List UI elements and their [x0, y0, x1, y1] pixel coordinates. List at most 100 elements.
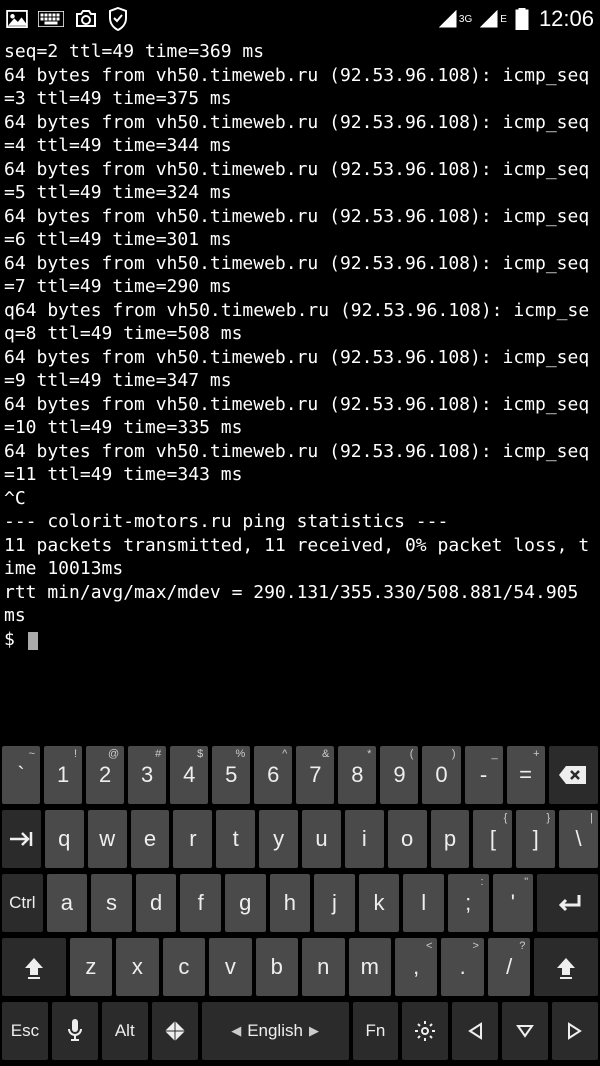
key-label: 1: [57, 762, 69, 788]
key-label: =: [519, 762, 532, 788]
settings-key[interactable]: [402, 1002, 448, 1060]
key-alt-label: ": [524, 876, 528, 888]
symbols-key[interactable]: [152, 1002, 198, 1060]
key-2[interactable]: 2@: [86, 746, 124, 804]
key-label: b: [271, 954, 283, 980]
key-][interactable]: ]}: [516, 810, 555, 868]
tab-key[interactable]: [2, 810, 41, 868]
terminal-line: 64 bytes from vh50.timeweb.ru (92.53.96.…: [4, 111, 596, 158]
key-\[interactable]: \|: [559, 810, 598, 868]
mic-key[interactable]: [52, 1002, 98, 1060]
key-label: l: [421, 890, 426, 916]
shift-right-key[interactable]: [534, 938, 598, 996]
key-7[interactable]: 7&: [296, 746, 334, 804]
key-t[interactable]: t: [216, 810, 255, 868]
key-i[interactable]: i: [345, 810, 384, 868]
key-alt-label: <: [426, 940, 432, 952]
key-label: .: [460, 954, 466, 980]
key-r[interactable]: r: [173, 810, 212, 868]
key-w[interactable]: w: [88, 810, 127, 868]
key-b[interactable]: b: [256, 938, 298, 996]
key-alt-label: :: [480, 876, 483, 888]
key-alt-label: >: [472, 940, 478, 952]
arrow-left-key[interactable]: [452, 1002, 498, 1060]
key-'[interactable]: '": [493, 874, 534, 932]
key--[interactable]: -_: [465, 746, 503, 804]
key-3[interactable]: 3#: [128, 746, 166, 804]
arrow-right-key[interactable]: [552, 1002, 598, 1060]
key-label: a: [61, 890, 73, 916]
key-q[interactable]: q: [45, 810, 84, 868]
key-m[interactable]: m: [349, 938, 391, 996]
key-h[interactable]: h: [270, 874, 311, 932]
fn-key[interactable]: Fn: [353, 1002, 399, 1060]
key-n[interactable]: n: [302, 938, 344, 996]
key-j[interactable]: j: [314, 874, 355, 932]
key-5[interactable]: 5%: [212, 746, 250, 804]
key-s[interactable]: s: [91, 874, 132, 932]
key-label: /: [506, 954, 512, 980]
alt-key[interactable]: Alt: [102, 1002, 148, 1060]
key-label: 5: [225, 762, 237, 788]
key-1[interactable]: 1!: [44, 746, 82, 804]
key-y[interactable]: y: [259, 810, 298, 868]
key-9[interactable]: 9(: [380, 746, 418, 804]
key-[[interactable]: [{: [473, 810, 512, 868]
on-screen-keyboard: `~1!2@3#4$5%6^7&8*9(0)-_=+ qwertyuiop[{]…: [0, 740, 600, 1066]
terminal-line: 64 bytes from vh50.timeweb.ru (92.53.96.…: [4, 252, 596, 299]
backspace-key[interactable]: [549, 746, 598, 804]
shift-left-key[interactable]: [2, 938, 66, 996]
key-.[interactable]: .>: [441, 938, 483, 996]
key-label: Alt: [115, 1021, 135, 1041]
key-0[interactable]: 0): [422, 746, 460, 804]
key-l[interactable]: l: [403, 874, 444, 932]
key-f[interactable]: f: [180, 874, 221, 932]
key-p[interactable]: p: [431, 810, 470, 868]
key-,[interactable]: ,<: [395, 938, 437, 996]
key-alt-label: ?: [519, 940, 525, 952]
key-u[interactable]: u: [302, 810, 341, 868]
key-label: g: [239, 890, 251, 916]
terminal-line: rtt min/avg/max/mdev = 290.131/355.330/5…: [4, 581, 596, 628]
key-a[interactable]: a: [47, 874, 88, 932]
key-label: x: [132, 954, 143, 980]
key-x[interactable]: x: [116, 938, 158, 996]
arrow-down-key[interactable]: [502, 1002, 548, 1060]
key-c[interactable]: c: [163, 938, 205, 996]
key-8[interactable]: 8*: [338, 746, 376, 804]
key-label: -: [480, 762, 487, 788]
key-/[interactable]: /?: [488, 938, 530, 996]
key-z[interactable]: z: [70, 938, 112, 996]
key-v[interactable]: v: [209, 938, 251, 996]
battery-icon: [515, 8, 529, 30]
key-6[interactable]: 6^: [254, 746, 292, 804]
esc-key[interactable]: Esc: [2, 1002, 48, 1060]
network-3g-label: 3G: [459, 14, 472, 25]
key-o[interactable]: o: [388, 810, 427, 868]
key-e[interactable]: e: [131, 810, 170, 868]
key-d[interactable]: d: [136, 874, 177, 932]
key-label: n: [317, 954, 329, 980]
key-;[interactable]: ;:: [448, 874, 489, 932]
key-`[interactable]: `~: [2, 746, 40, 804]
key-alt-label: !: [74, 748, 77, 760]
terminal-output[interactable]: seq=2 ttl=49 time=369 ms 64 bytes from vh…: [0, 38, 600, 718]
terminal-line: seq=2 ttl=49 time=369 ms: [4, 40, 596, 64]
key-label: 8: [351, 762, 363, 788]
key-label: z: [85, 954, 96, 980]
key-label: y: [273, 826, 284, 852]
ctrl-key[interactable]: Ctrl: [2, 874, 43, 932]
key-g[interactable]: g: [225, 874, 266, 932]
key-=[interactable]: =+: [507, 746, 545, 804]
key-label: p: [444, 826, 456, 852]
terminal-line: ^C: [4, 487, 596, 511]
shield-icon: [108, 7, 128, 31]
key-4[interactable]: 4$: [170, 746, 208, 804]
enter-key[interactable]: [537, 874, 598, 932]
key-label: 0: [435, 762, 447, 788]
key-label: ': [511, 890, 515, 916]
language-key[interactable]: ◀English▶: [202, 1002, 349, 1060]
key-k[interactable]: k: [359, 874, 400, 932]
signal-e-icon: [480, 10, 498, 28]
key-label: f: [198, 890, 204, 916]
